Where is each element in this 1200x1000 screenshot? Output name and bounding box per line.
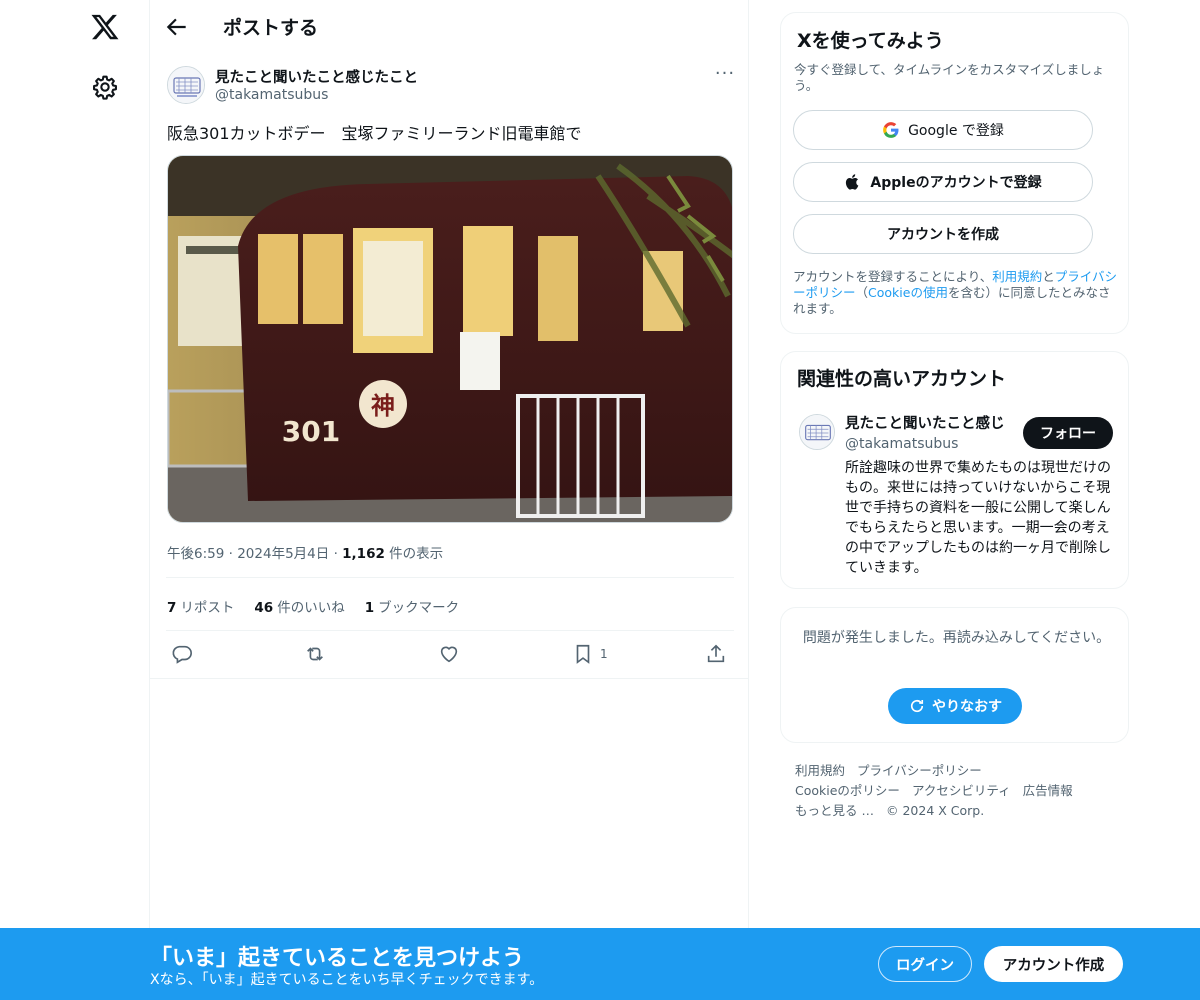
author-handle[interactable]: @takamatsubus [215, 87, 328, 103]
page-title: ポストする [223, 17, 319, 39]
divider [166, 577, 734, 578]
share-icon [707, 644, 725, 663]
follow-button[interactable]: フォロー [1023, 417, 1113, 449]
gear-icon[interactable] [92, 74, 118, 100]
signup-card: Xを使ってみよう 今すぐ登録して、タイムラインをカスタマイズしましょう。 Goo… [780, 12, 1129, 334]
terms-notice: アカウントを登録することにより、利用規約とプライバシーポリシー（Cookieの使… [793, 269, 1121, 317]
image-car-number: 301 [282, 415, 340, 448]
terms-prefix: アカウントを登録することにより、 [793, 269, 993, 284]
apple-signup-button[interactable]: Appleのアカウントで登録 [793, 162, 1093, 202]
cookie-open: （ [855, 285, 869, 300]
reposts-stat[interactable]: 7 リポスト [167, 596, 234, 616]
error-card: 問題が発生しました。再読み込みしてください。 やりなおす [780, 607, 1129, 743]
repost-icon [307, 647, 323, 661]
post-time[interactable]: 午後6:59 [167, 546, 224, 562]
footer-accessibility-link[interactable]: アクセシビリティ [912, 783, 1011, 798]
reply-button[interactable] [171, 642, 193, 666]
footer-privacy-link[interactable]: プライバシーポリシー [857, 763, 982, 778]
bookmark-count: 1 [600, 647, 608, 661]
x-logo-icon[interactable] [90, 12, 120, 42]
author-name[interactable]: 見たこと聞いたこと感じたこと [215, 66, 418, 87]
heart-icon [440, 646, 458, 663]
share-button[interactable] [705, 642, 727, 666]
repost-button[interactable] [304, 642, 326, 666]
retry-label: やりなおす [932, 699, 1002, 715]
avatar[interactable] [167, 66, 205, 104]
login-button[interactable]: ログイン [878, 946, 972, 982]
terms-and: と [1042, 269, 1055, 284]
terms-link[interactable]: 利用規約 [992, 269, 1042, 284]
banner-title: 「いま」起きていることを見つけよう [150, 946, 525, 971]
related-account-name[interactable]: 見たこと聞いたこと感じ [845, 412, 1015, 433]
post-date[interactable]: 2024年5月4日 [237, 546, 329, 562]
post-image[interactable]: 神 301 [167, 155, 733, 523]
apple-signup-label: Appleのアカウントで登録 [870, 175, 1042, 191]
post-stats: 7 リポスト 46 件のいいね 1 ブックマーク [167, 596, 459, 616]
like-button[interactable] [438, 642, 460, 666]
signup-button[interactable]: アカウント作成 [984, 946, 1123, 982]
main-column: ポストする 見たこと聞いたこと感じたこと @takamatsubus ··· 阪… [149, 0, 749, 1000]
divider [150, 678, 749, 679]
bookmark-icon [576, 644, 590, 664]
image-emblem: 神 [371, 392, 395, 420]
signup-card-title: Xを使ってみよう [797, 30, 944, 52]
reply-icon [172, 645, 192, 664]
create-account-label: アカウントを作成 [887, 227, 999, 243]
refresh-icon [910, 699, 924, 713]
header: ポストする [150, 0, 750, 54]
footer-links: 利用規約 プライバシーポリシー Cookieのポリシー アクセシビリティ 広告情報 も… [795, 761, 1125, 821]
footer-more-link[interactable]: もっと見る … [795, 803, 874, 818]
banner-subtitle: Xなら、「いま」起きていることをいち早くチェックできます。 [150, 972, 544, 988]
apple-icon [846, 174, 859, 190]
back-arrow-icon[interactable] [164, 14, 190, 40]
related-account-handle[interactable]: @takamatsubus [845, 436, 958, 452]
create-account-button[interactable]: アカウントを作成 [793, 214, 1093, 254]
post-actions: 1 [167, 642, 733, 668]
views-label: 件の表示 [389, 546, 444, 562]
cookie-link[interactable]: Cookieの使用 [868, 285, 948, 300]
divider [166, 630, 734, 631]
related-card-title: 関連性の高いアカウント [797, 368, 1007, 390]
google-signup-label: Google で登録 [908, 123, 1004, 139]
likes-stat[interactable]: 46 件のいいね [254, 596, 344, 616]
signup-card-subtitle: 今すぐ登録して、タイムラインをカスタマイズしましょう。 [794, 62, 1105, 93]
google-signup-button[interactable]: Google で登録 [793, 110, 1093, 150]
bookmarks-stat[interactable]: 1 ブックマーク [365, 596, 459, 616]
related-accounts-card: 関連性の高いアカウント 見たこと聞いたこと感じ @takamatsubus フォ… [780, 351, 1129, 589]
footer-terms-link[interactable]: 利用規約 [795, 763, 845, 778]
left-nav [0, 0, 150, 1000]
copyright: © 2024 X Corp. [885, 803, 985, 818]
post-meta: 午後6:59 · 2024年5月4日 · 1,162 件の表示 [167, 546, 444, 562]
footer-ads-link[interactable]: 広告情報 [1023, 783, 1073, 798]
related-account-bio: 所詮趣味の世界で集めたものは現世だけのもの。来世には持っていけないからこそ現世で… [845, 460, 1111, 576]
bookmark-button[interactable]: 1 [572, 642, 608, 666]
avatar[interactable] [799, 414, 835, 450]
footer-cookie-link[interactable]: Cookieのポリシー [795, 783, 900, 798]
more-options-icon[interactable]: ··· [713, 65, 737, 86]
retry-button[interactable]: やりなおす [888, 688, 1022, 724]
error-message: 問題が発生しました。再読み込みしてください。 [802, 630, 1111, 646]
post-author: 見たこと聞いたこと感じたこと @takamatsubus ··· [167, 65, 737, 110]
signup-banner: 「いま」起きていることを見つけよう Xなら、「いま」起きていることをいち早くチェ… [0, 928, 1200, 1000]
google-icon [883, 122, 899, 138]
views-count: 1,162 [342, 546, 385, 562]
post-text: 阪急301カットボデー 宝塚ファミリーランド旧電車館で [167, 124, 582, 143]
